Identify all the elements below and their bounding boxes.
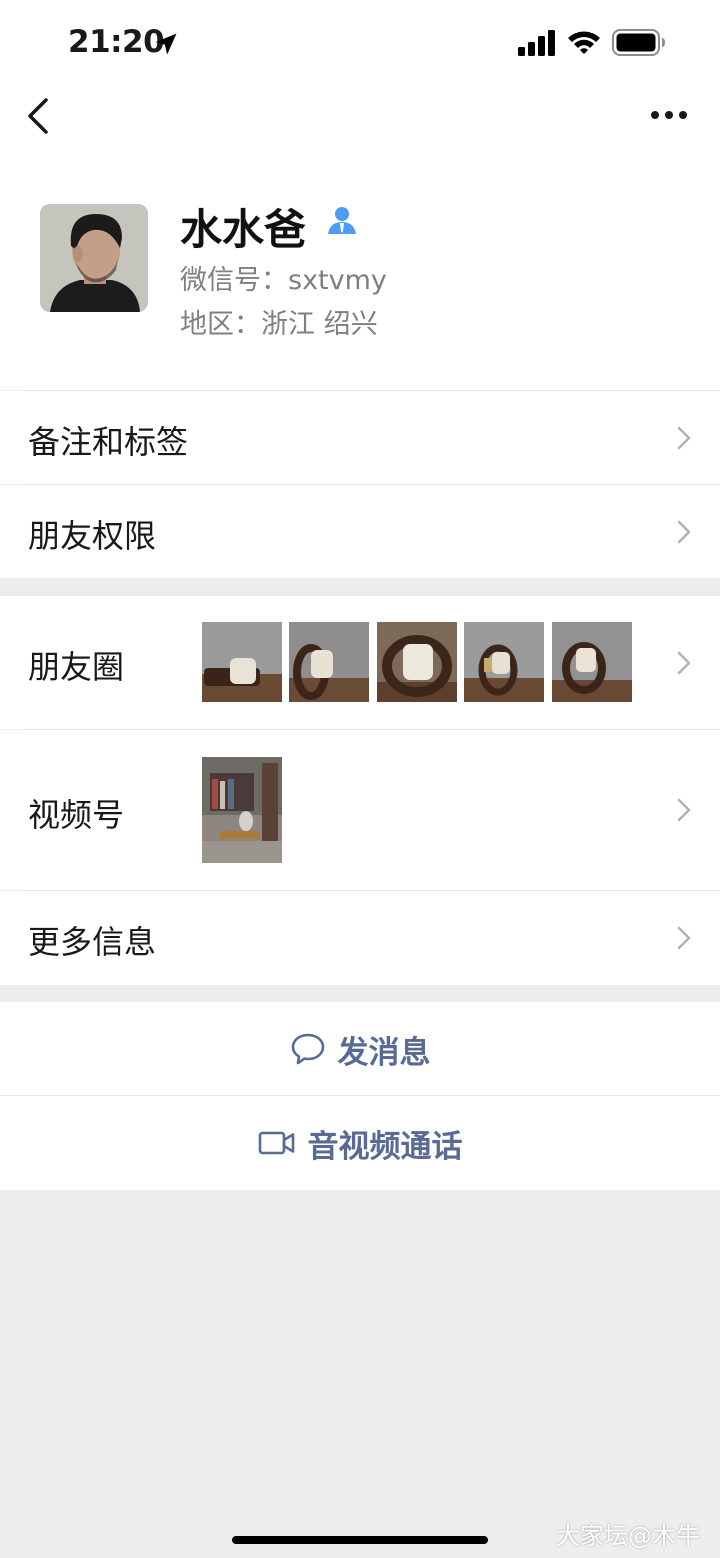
location-arrow-icon — [155, 33, 177, 55]
more-icon[interactable] — [648, 100, 690, 130]
video-camera-icon — [258, 1131, 294, 1155]
avatar[interactable] — [40, 204, 148, 312]
moments-thumbnail — [552, 622, 632, 702]
row-friend-permissions[interactable]: 朋友权限 — [0, 485, 720, 578]
chevron-right-icon — [677, 798, 691, 822]
row-label: 备注和标签 — [28, 423, 189, 461]
chevron-right-icon — [677, 926, 691, 950]
watermark: 大家坛@木牛 — [556, 1522, 700, 1550]
moments-thumbnail — [377, 622, 457, 702]
contact-name: 水水爸 — [180, 205, 307, 254]
status-time: 21:20 — [68, 24, 165, 60]
moments-thumbnail — [464, 622, 544, 702]
navigation-bar — [0, 84, 720, 156]
contact-profile-page: 21:20 水水爸 微信号：sxtvmy 地区：浙江 绍兴 备注和标签 朋友权限… — [0, 0, 720, 1558]
profile-header: 水水爸 微信号：sxtvmy 地区：浙江 绍兴 — [0, 156, 720, 390]
row-label: 朋友权限 — [28, 517, 157, 555]
chevron-right-icon — [677, 520, 691, 544]
send-message-label: 发消息 — [337, 1034, 431, 1071]
status-bar: 21:20 — [0, 0, 720, 84]
battery-icon — [612, 29, 665, 56]
row-moments[interactable]: 朋友圈 — [0, 596, 720, 729]
row-label: 视频号 — [28, 796, 125, 834]
wechat-id: 微信号：sxtvmy — [180, 265, 387, 296]
send-message-button[interactable]: 发消息 — [0, 1002, 720, 1096]
row-label: 朋友圈 — [28, 648, 125, 686]
signal-icon — [518, 30, 555, 56]
home-indicator[interactable] — [232, 1536, 488, 1544]
row-label: 更多信息 — [28, 923, 157, 961]
moments-thumbnail — [289, 622, 369, 702]
verified-person-icon — [328, 207, 356, 234]
chevron-right-icon — [677, 651, 691, 675]
moments-thumbnail — [202, 622, 282, 702]
region: 地区：浙江 绍兴 — [180, 309, 378, 340]
voice-video-call-button[interactable]: 音视频通话 — [0, 1096, 720, 1190]
row-remark-tags[interactable]: 备注和标签 — [0, 391, 720, 484]
wifi-icon — [568, 31, 600, 54]
back-icon[interactable] — [22, 94, 58, 138]
voice-video-call-label: 音视频通话 — [307, 1128, 463, 1165]
row-more-info[interactable]: 更多信息 — [0, 891, 720, 985]
chat-bubble-icon — [291, 1033, 324, 1065]
channels-thumbnail — [202, 757, 282, 863]
row-channels[interactable]: 视频号 — [0, 730, 720, 890]
chevron-right-icon — [677, 426, 691, 450]
